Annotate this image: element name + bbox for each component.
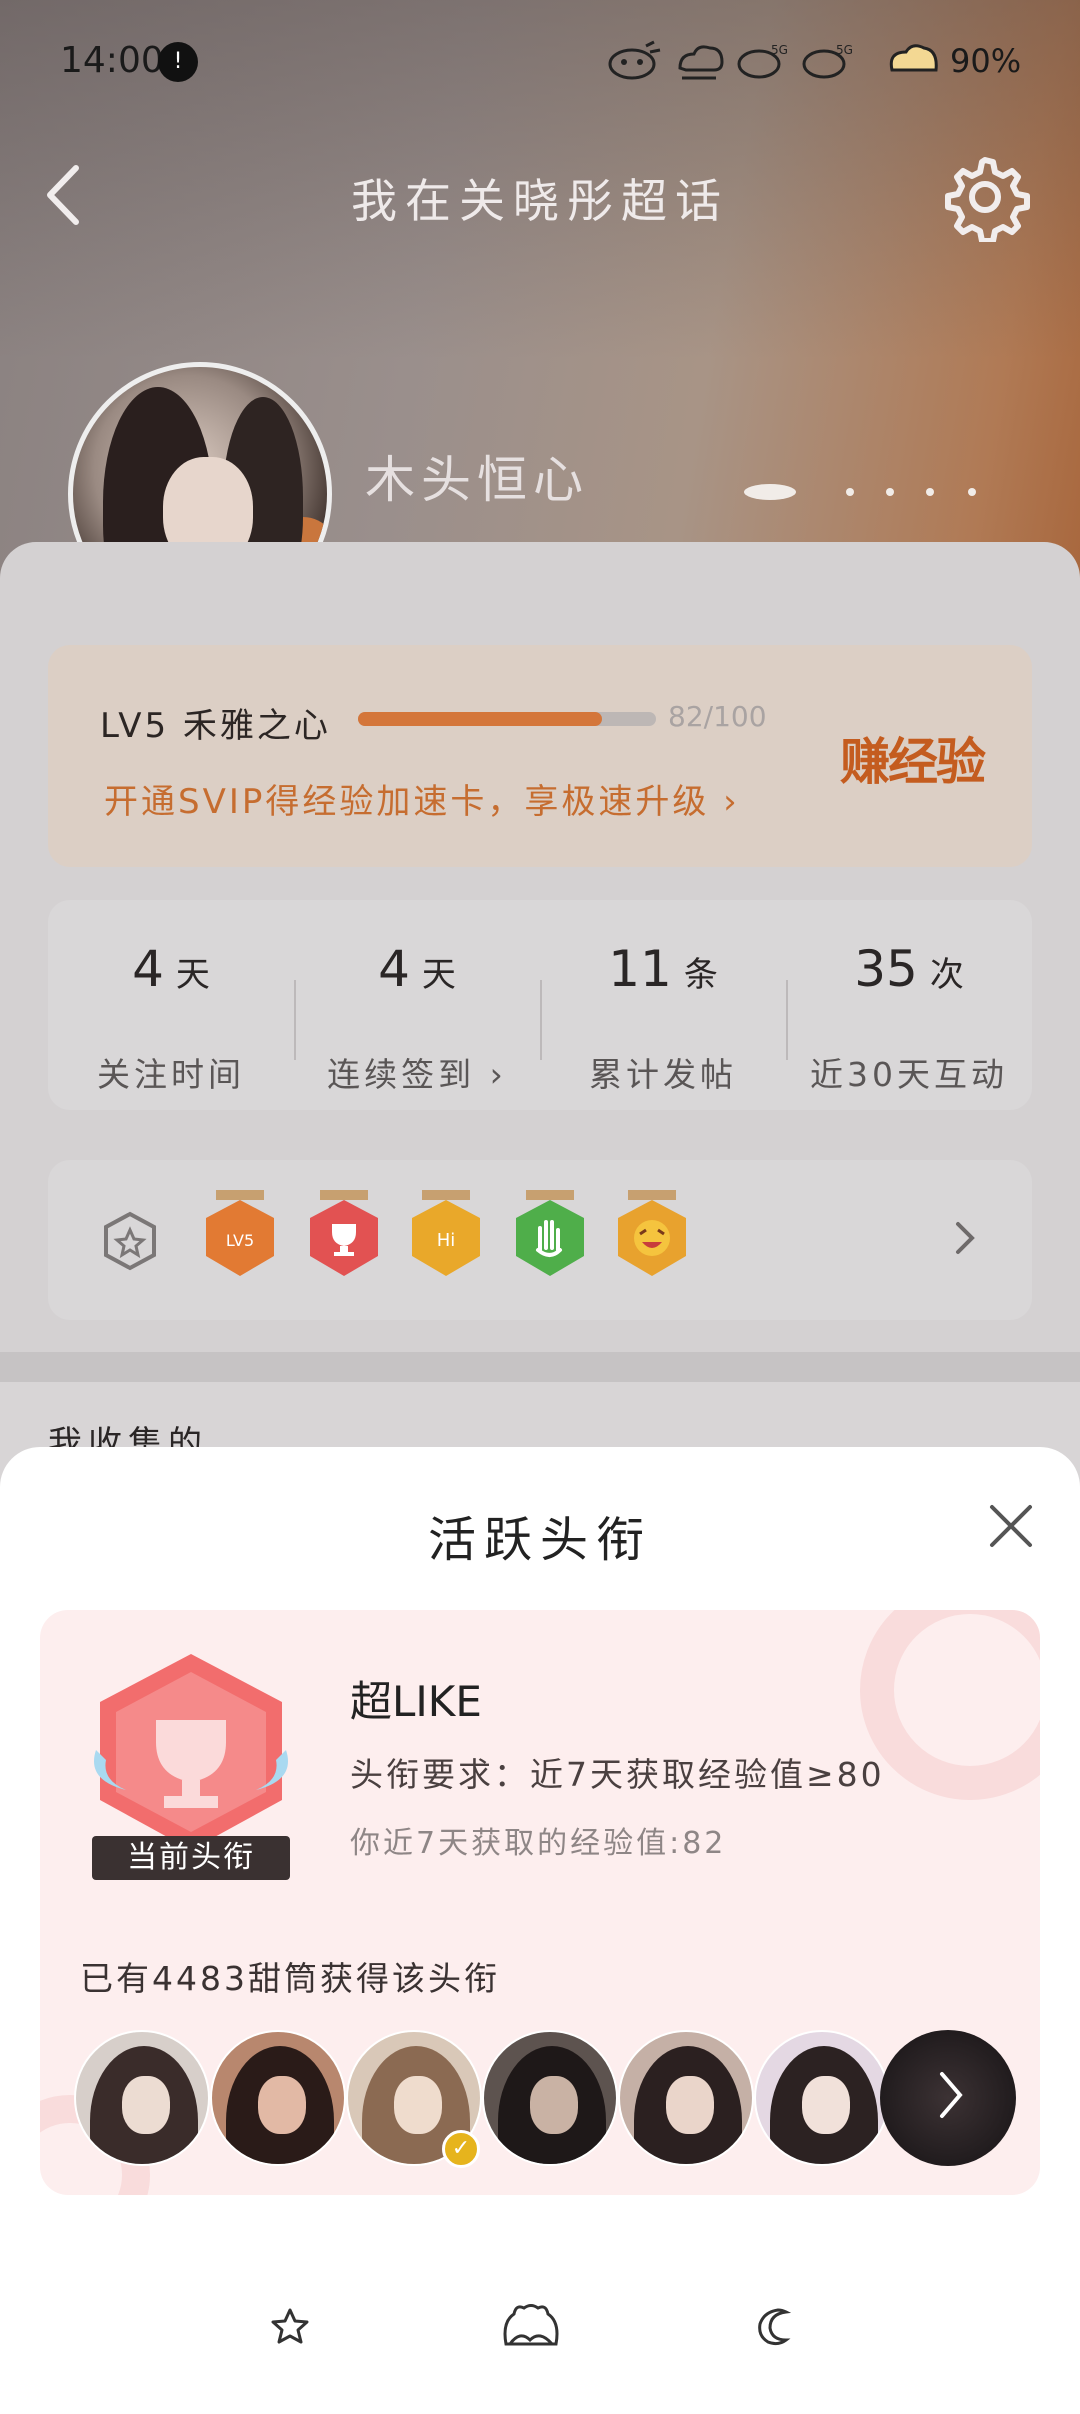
fan-avatar[interactable] <box>754 2030 890 2166</box>
stat-value: 11 <box>608 940 672 998</box>
signal-5g-icon: 5G <box>802 43 853 79</box>
level-progress-bar <box>358 712 656 726</box>
gear-icon[interactable] <box>940 152 1030 242</box>
earn-exp-button[interactable]: 赚经验 <box>840 722 986 794</box>
svip-promo-link[interactable]: 开通SVIP得经验加速卡，享极速升级 › <box>104 774 740 823</box>
battery-icon <box>889 44 938 72</box>
hand-badge-icon[interactable] <box>512 1188 588 1280</box>
trophy-badge-icon[interactable] <box>306 1188 382 1280</box>
badge-wall-icon <box>104 1211 156 1271</box>
svg-text:Hi: Hi <box>437 1230 456 1251</box>
holders-count: 已有4483甜筒获得该头衔 <box>80 1959 500 1998</box>
avatar-face <box>394 2076 442 2134</box>
avatar-face <box>530 2076 578 2134</box>
sheet-title: 活跃头衔 <box>427 1512 652 1568</box>
my-exp-value: 你近7天获取的经验值:82 <box>350 1826 727 1861</box>
laugh-badge-icon[interactable] <box>614 1188 690 1280</box>
level-title: LV5 禾雅之心 <box>100 706 331 746</box>
status-time: 14:00 <box>60 40 164 81</box>
divider <box>294 980 296 1060</box>
stat-unit: 天 <box>421 955 456 995</box>
fan-avatar[interactable] <box>210 2030 346 2166</box>
fan-avatar[interactable] <box>74 2030 210 2166</box>
lv5-badge-icon[interactable]: LV5 <box>202 1188 278 1280</box>
signal-5g-icon: 5G <box>737 43 788 79</box>
divider <box>540 980 542 1060</box>
stat-value: 4 <box>378 940 410 998</box>
moon-icon[interactable] <box>756 2306 796 2346</box>
level-progress-text: 82/100 <box>668 700 767 733</box>
avatar-face <box>802 2076 850 2134</box>
fan-avatar[interactable] <box>482 2030 618 2166</box>
cat-face-icon[interactable] <box>500 2300 562 2350</box>
stat-label[interactable]: 连续签到 › <box>294 1048 540 1096</box>
verified-badge: ✓ <box>442 2130 480 2168</box>
level-progress-fill <box>358 712 603 726</box>
stat-value: 35 <box>854 940 918 998</box>
cloud-sync-icon <box>678 45 724 80</box>
stat-value: 4 <box>132 940 164 998</box>
avatar-face <box>666 2076 714 2134</box>
current-title-label: 当前头衔 <box>92 1836 290 1880</box>
divider <box>786 980 788 1060</box>
title-name: 超LIKE <box>350 1677 482 1726</box>
title-requirement: 头衔要求：近7天获取经验值≥80 <box>350 1755 885 1794</box>
section-divider <box>0 1352 1080 1382</box>
svg-text:LV5: LV5 <box>226 1231 254 1250</box>
stat-unit: 条 <box>683 955 718 995</box>
notification-badge: ! <box>158 42 198 82</box>
blurred-decoration <box>744 484 976 500</box>
avatar-face <box>122 2076 170 2134</box>
fan-avatar[interactable] <box>618 2030 754 2166</box>
card-decoration <box>860 1610 1040 1800</box>
battery-percent: 90% <box>950 42 1022 80</box>
chevron-right-icon[interactable] <box>938 2070 964 2120</box>
close-icon[interactable] <box>988 1503 1034 1549</box>
stat-unit: 天 <box>175 955 210 995</box>
status-bar: 14:00 ! 5G 5G 90% <box>0 0 1080 125</box>
stat-interactions: 35 次 <box>786 940 1032 998</box>
stat-label: 近30天互动 <box>810 1055 1008 1094</box>
stat-checkin-days[interactable]: 4天 <box>294 940 540 998</box>
username: 木头恒心 <box>365 451 589 509</box>
avatar-face <box>258 2076 306 2134</box>
chevron-right-icon[interactable] <box>950 1218 980 1258</box>
star-icon[interactable] <box>270 2306 310 2346</box>
page-title: 我在关晓彤超话 <box>351 174 729 228</box>
stat-label: 累计发帖 <box>589 1055 737 1094</box>
hi-badge-icon[interactable]: Hi <box>408 1188 484 1280</box>
svg-text:5G: 5G <box>836 43 853 57</box>
stat-label: 关注时间 <box>97 1055 245 1094</box>
stat-unit: 次 <box>929 955 964 995</box>
stat-follow-days: 4天 <box>48 940 294 998</box>
svg-text:5G: 5G <box>771 43 788 57</box>
stat-posts: 11 条 <box>540 940 786 998</box>
alarm-icon <box>608 40 661 80</box>
